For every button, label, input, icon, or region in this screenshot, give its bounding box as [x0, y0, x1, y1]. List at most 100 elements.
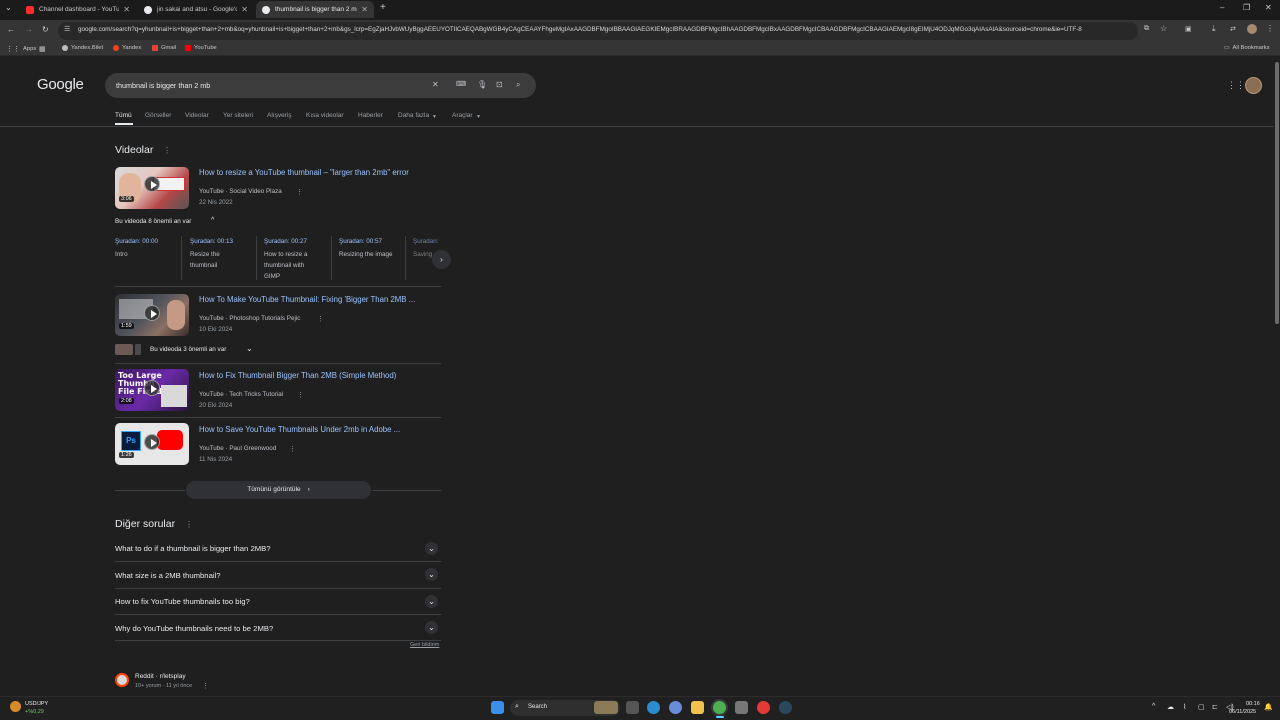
scrollbar-thumb[interactable]: [1275, 62, 1279, 324]
profile-avatar[interactable]: [1247, 24, 1257, 34]
paa-question[interactable]: Why do YouTube thumbnails need to be 2MB…: [115, 624, 273, 633]
more-options-icon[interactable]: ⋮: [289, 445, 296, 453]
all-bookmarks[interactable]: ▭ All Bookmarks: [1224, 45, 1270, 51]
close-window-icon[interactable]: ✕: [1265, 3, 1272, 12]
feedback-link[interactable]: Geri bildirim: [410, 642, 439, 648]
chrome-profile-icon[interactable]: [757, 701, 770, 714]
close-tab-icon[interactable]: ✕: [123, 5, 130, 14]
keyboard-icon[interactable]: ⌨: [456, 80, 466, 88]
tab-shopping[interactable]: Alışveriş: [267, 112, 292, 119]
task-view-icon[interactable]: [626, 701, 639, 714]
bookmark-gmail[interactable]: Gmail: [152, 45, 176, 51]
tab-news[interactable]: Haberler: [358, 112, 383, 119]
more-options-icon[interactable]: ⋮: [202, 682, 209, 690]
edge-icon[interactable]: [647, 701, 660, 714]
chevron-right-icon[interactable]: ›: [432, 250, 451, 269]
network-icon[interactable]: ⊏: [1212, 703, 1218, 711]
chevron-down-icon[interactable]: ⌄: [246, 344, 253, 353]
clock-time[interactable]: 00:16: [1246, 701, 1260, 707]
more-options-icon[interactable]: ⋮: [185, 520, 193, 529]
search-icon[interactable]: ⌕: [516, 80, 520, 90]
tab-more[interactable]: Daha fazla: [398, 112, 429, 119]
tab-videos[interactable]: Videolar: [185, 112, 209, 119]
tab-places[interactable]: Yer siteleri: [223, 112, 253, 119]
video-thumbnail[interactable]: 3:06: [115, 167, 189, 209]
search-input[interactable]: thumbnail is bigger than 2 mb: [116, 81, 210, 90]
chapter-time[interactable]: Şuradan: 00:13: [190, 238, 233, 245]
tab-all[interactable]: Tümü: [115, 112, 132, 119]
cloud-icon[interactable]: ☁: [1167, 703, 1174, 711]
bookmark-yandex-bilet[interactable]: Yandex.Bilet: [62, 45, 103, 51]
tab-search-icon[interactable]: ⌄: [5, 3, 12, 12]
reload-icon[interactable]: ↻: [42, 25, 49, 34]
account-avatar[interactable]: [1245, 77, 1262, 94]
google-logo[interactable]: Google: [37, 76, 84, 93]
chevron-down-icon[interactable]: ⌄: [425, 542, 438, 555]
video-title-link[interactable]: How To Make YouTube Thumbnail: Fixing 'B…: [199, 295, 415, 304]
forward-icon[interactable]: →: [25, 25, 33, 34]
microphone-icon[interactable]: ▢: [1198, 703, 1205, 711]
chevron-up-icon[interactable]: ^: [1152, 703, 1155, 710]
tab-groups-icon[interactable]: ⇄: [1230, 25, 1236, 33]
apps-grid-icon[interactable]: ⋮⋮: [1227, 80, 1245, 91]
chevron-down-icon[interactable]: ⌄: [425, 621, 438, 634]
notification-icon[interactable]: 🔔: [1264, 703, 1273, 711]
clear-search-icon[interactable]: ✕: [432, 80, 439, 89]
tab-youtube-dashboard[interactable]: Channel dashboard - YouTube ✕: [20, 1, 136, 18]
clock-date[interactable]: 06/11/2025: [1229, 709, 1256, 715]
minimize-icon[interactable]: –: [1220, 3, 1224, 12]
result-source[interactable]: Reddit · r/letsplay: [135, 673, 186, 680]
more-options-icon[interactable]: ⋮: [297, 391, 304, 399]
tab-images[interactable]: Görseller: [145, 112, 171, 119]
download-icon[interactable]: ⤓: [1212, 24, 1216, 34]
file-explorer-icon[interactable]: [691, 701, 704, 714]
paa-question[interactable]: What size is a 2MB thumbnail?: [115, 571, 221, 580]
bookmark-star-icon[interactable]: ☆: [1160, 24, 1167, 33]
key-moments-toggle[interactable]: Bu videoda 8 önemli an var: [115, 218, 191, 225]
more-options-icon[interactable]: ⋮: [163, 146, 171, 155]
close-tab-icon[interactable]: ✕: [241, 5, 248, 14]
chapter-time[interactable]: Şuradan:: [413, 238, 441, 245]
more-options-icon[interactable]: ⋮: [296, 188, 303, 196]
video-thumbnail[interactable]: Too Large Thumbn File Fixed 2:08: [115, 369, 189, 411]
more-options-icon[interactable]: ⋮: [317, 315, 324, 323]
chevron-down-icon[interactable]: ⌄: [425, 568, 438, 581]
tab-tools[interactable]: Araçlar: [452, 112, 473, 119]
new-tab-icon[interactable]: +: [380, 2, 386, 13]
chapter-time[interactable]: Şuradan: 00:57: [339, 238, 382, 245]
chapter-time[interactable]: Şuradan: 00:00: [115, 238, 158, 245]
extensions-icon[interactable]: ▣: [1185, 25, 1192, 33]
chapter-time[interactable]: Şuradan: 00:27: [264, 238, 307, 245]
translate-icon[interactable]: ⧉: [1144, 25, 1149, 33]
tab-short-videos[interactable]: Kısa videolar: [306, 112, 344, 119]
ticker-name[interactable]: USD/JPY: [25, 701, 48, 707]
copilot-icon[interactable]: [669, 701, 682, 714]
url-text[interactable]: google.com/search?q=yhunbnail+is+bigget+…: [78, 26, 1128, 33]
tab-google-jin-sakai[interactable]: jin sakai and atsu - Google'da A ✕: [138, 1, 254, 18]
windows-start-icon[interactable]: [491, 701, 504, 714]
bookmark-youtube[interactable]: YouTube: [185, 45, 217, 51]
ticker-icon[interactable]: [10, 701, 21, 712]
tab-thumbnail-search[interactable]: thumbnail is bigger than 2 mb ✕: [256, 1, 374, 18]
steam-icon[interactable]: [779, 701, 792, 714]
key-moments-toggle[interactable]: Bu videoda 3 önemli an var: [150, 346, 226, 353]
close-tab-icon[interactable]: ✕: [361, 5, 368, 14]
video-thumbnail[interactable]: 1:59: [115, 294, 189, 336]
video-thumbnail[interactable]: Ps 1:26: [115, 423, 189, 465]
video-title-link[interactable]: How to Save YouTube Thumbnails Under 2mb…: [199, 425, 400, 434]
show-all-videos-button[interactable]: Tümünü görüntüle ›: [186, 481, 371, 499]
bookmark-yandex[interactable]: Yandex: [113, 45, 141, 51]
app-icon[interactable]: [735, 701, 748, 714]
video-title-link[interactable]: How to Fix Thumbnail Bigger Than 2MB (Si…: [199, 371, 396, 380]
chevron-down-icon[interactable]: ⌄: [425, 595, 438, 608]
onedrive-icon[interactable]: ⌇: [1183, 703, 1186, 711]
chevron-up-icon[interactable]: ^: [211, 217, 214, 224]
paa-question[interactable]: What to do if a thumbnail is bigger than…: [115, 544, 271, 553]
chrome-icon[interactable]: [713, 701, 726, 714]
microphone-icon[interactable]: 🎙: [477, 80, 487, 89]
paa-question[interactable]: How to fix YouTube thumbnails too big?: [115, 597, 250, 606]
lens-icon[interactable]: ⊡: [496, 80, 503, 89]
video-title-link[interactable]: How to resize a YouTube thumbnail – "lar…: [199, 168, 409, 177]
bookmark-apps[interactable]: ⋮⋮ Apps: [6, 45, 36, 53]
menu-icon[interactable]: ⋮: [1266, 24, 1274, 33]
